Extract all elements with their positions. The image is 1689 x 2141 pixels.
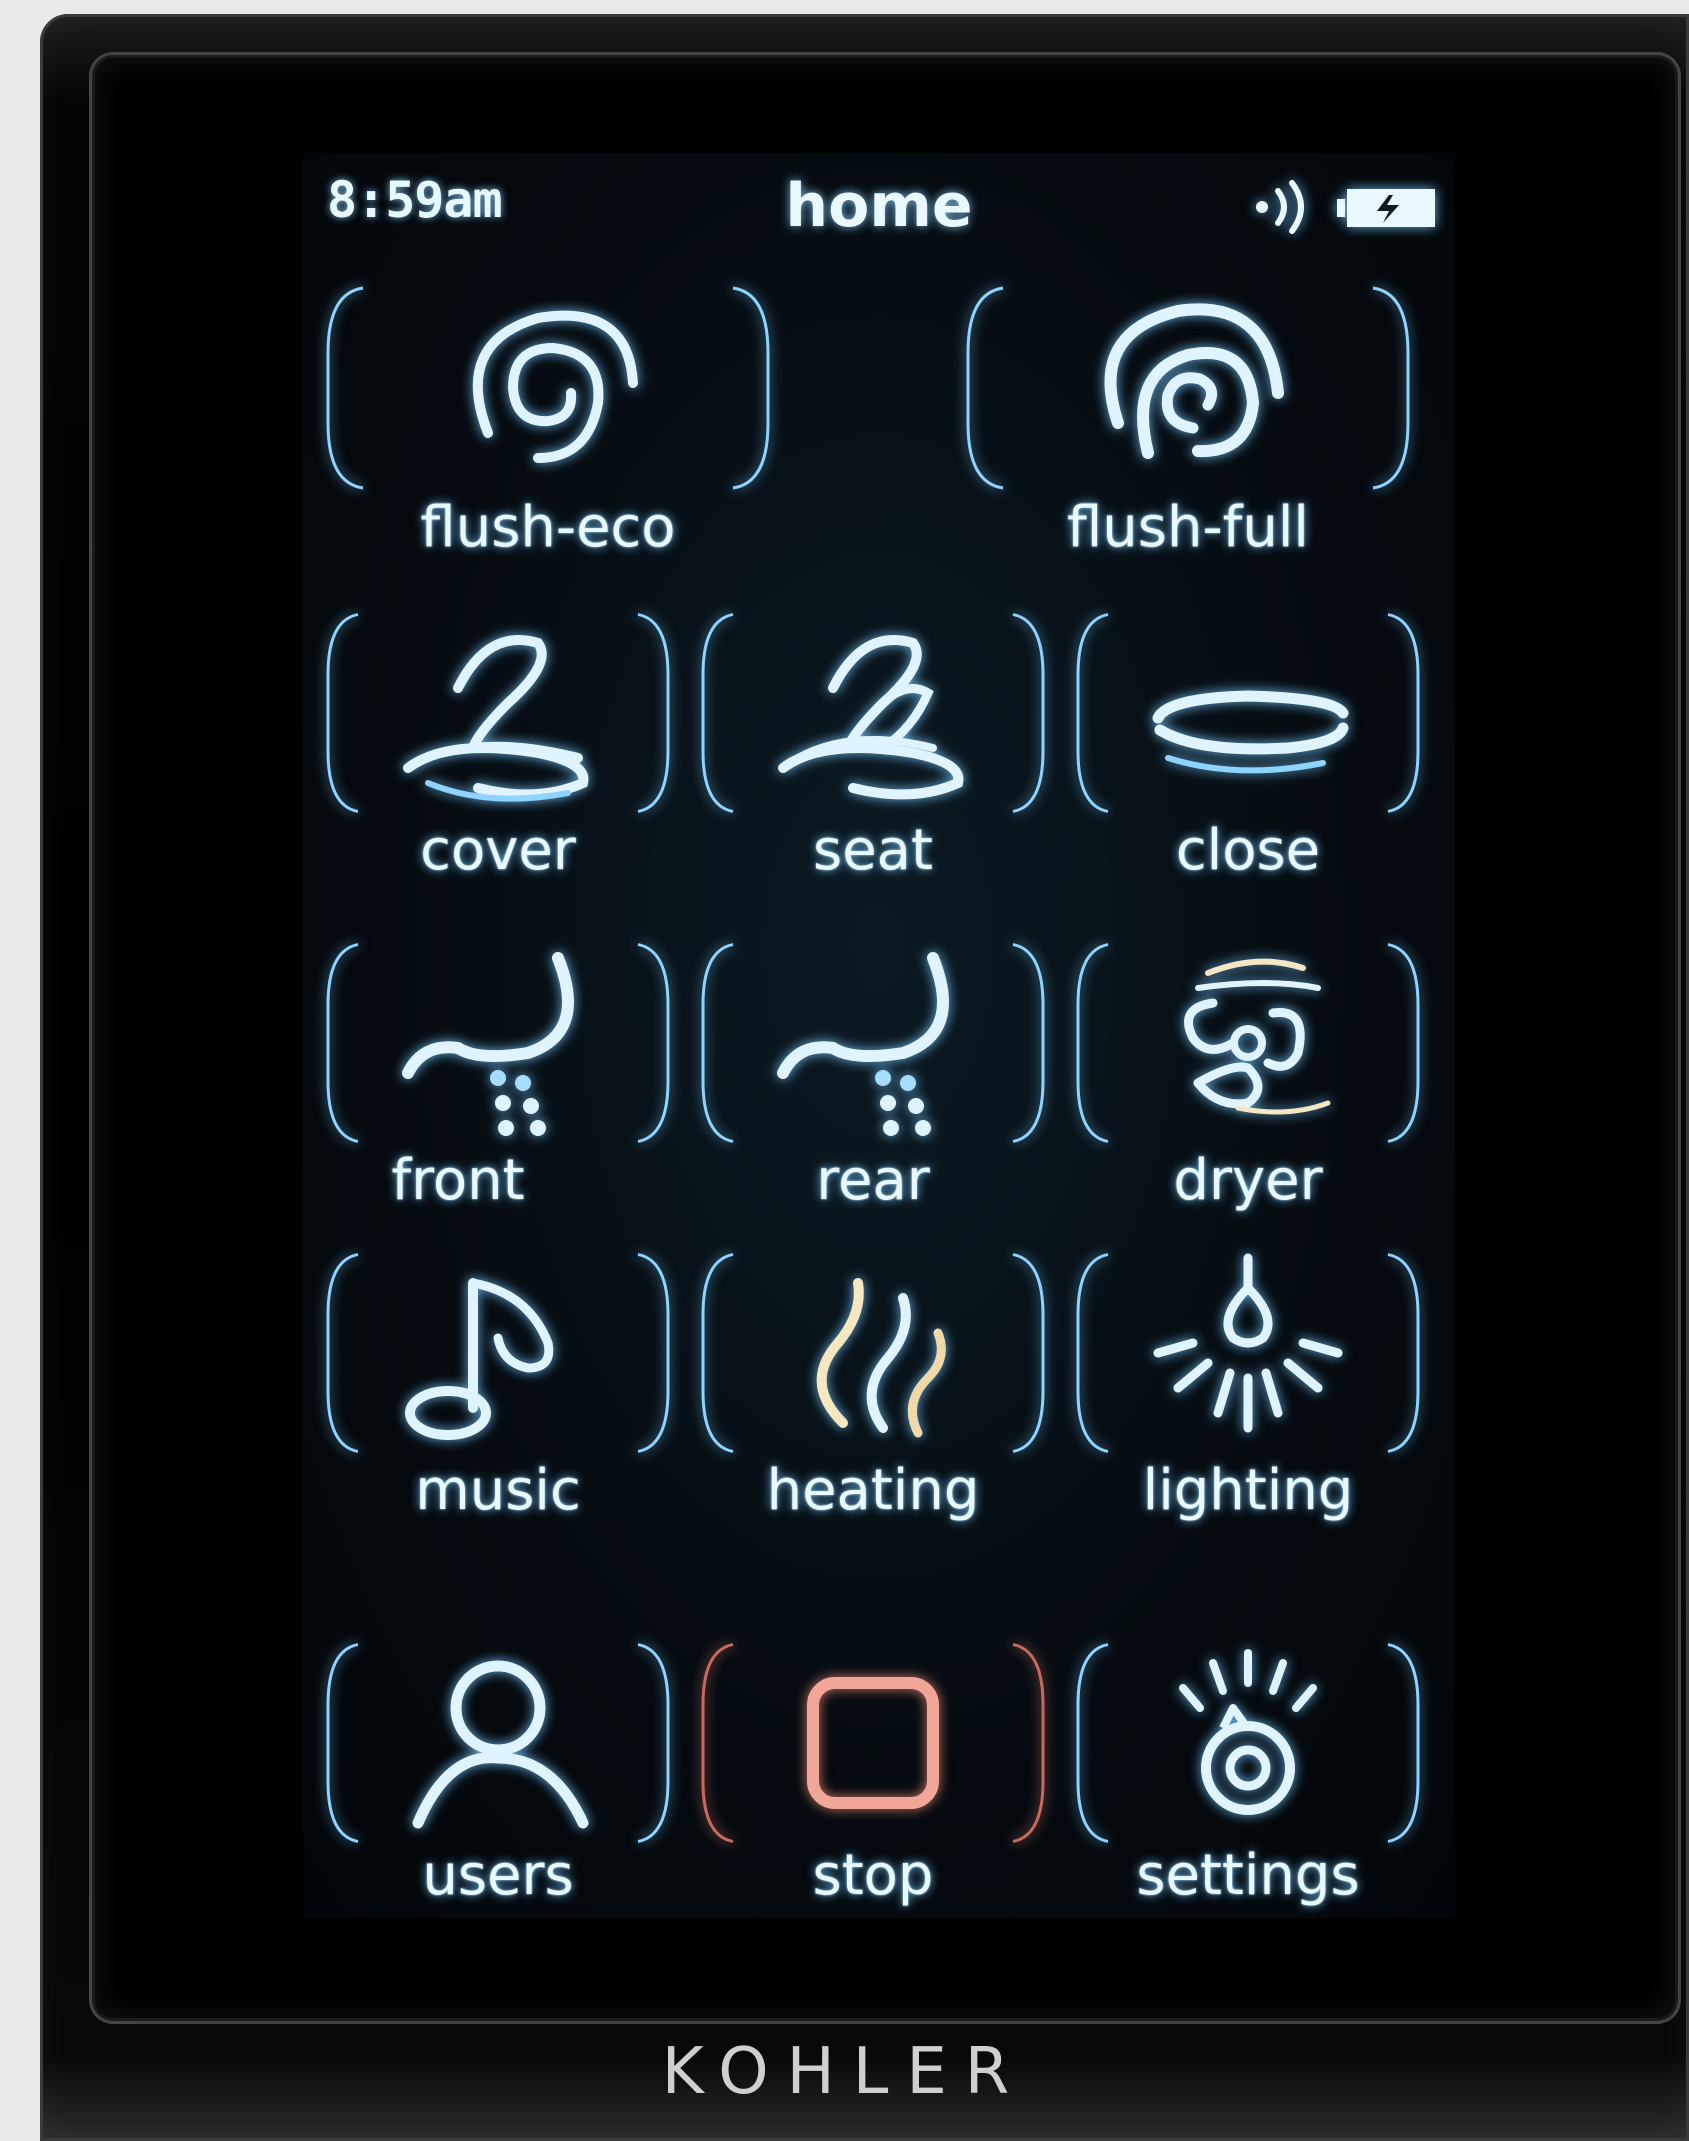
flush-eco-label: flush-eco [420, 495, 676, 560]
front-button[interactable]: front [323, 933, 673, 1223]
spiral-large-icon [1104, 303, 1284, 459]
settings-label: settings [1136, 1843, 1360, 1908]
rear-wash-icon [777, 952, 949, 1136]
heating-label: heating [766, 1458, 980, 1523]
close-button[interactable]: close [1073, 603, 1423, 893]
brand-logo: KOHLER [661, 2035, 1028, 2109]
dryer-button[interactable]: dryer [1073, 933, 1423, 1223]
flame-icon [816, 1278, 946, 1438]
front-label: front [391, 1148, 525, 1213]
stop-icon [807, 1677, 939, 1809]
music-button[interactable]: music [323, 1243, 673, 1533]
fan-icon [1184, 958, 1331, 1115]
cover-label: cover [420, 818, 576, 883]
flush-full-button[interactable]: flush-full [963, 273, 1413, 573]
settings-icon [1179, 1649, 1317, 1815]
dryer-label: dryer [1173, 1148, 1323, 1213]
spiral-small-icon [472, 310, 638, 463]
battery-charging-icon [1337, 189, 1435, 227]
cover-button[interactable]: cover [323, 603, 673, 893]
stop-label: stop [812, 1843, 934, 1908]
status-bar: 8:59am home [303, 153, 1455, 263]
users-label: users [422, 1843, 574, 1908]
user-icon [412, 1660, 589, 1829]
touch-screen: 8:59am home flush-eco flush-full cover s… [303, 153, 1455, 1918]
flush-eco-button[interactable]: flush-eco [323, 273, 773, 573]
seat-open-icon [778, 635, 964, 800]
music-note-icon [405, 1278, 554, 1440]
users-button[interactable]: users [323, 1633, 673, 1918]
rear-button[interactable]: rear [698, 933, 1048, 1223]
heating-button[interactable]: heating [698, 1243, 1048, 1533]
seat-label: seat [813, 818, 933, 883]
rear-label: rear [816, 1148, 930, 1213]
seat-button[interactable]: seat [698, 603, 1048, 893]
lid-close-icon [1152, 690, 1349, 774]
flush-full-label: flush-full [1067, 495, 1309, 560]
speaker-volume-icon [1256, 180, 1304, 234]
lighting-button[interactable]: lighting [1073, 1243, 1423, 1533]
stop-button[interactable]: stop [698, 1633, 1048, 1918]
front-wash-icon [402, 952, 574, 1136]
lid-open-icon [403, 635, 589, 802]
light-icon [1153, 1253, 1343, 1433]
close-label: close [1175, 818, 1321, 883]
lighting-label: lighting [1142, 1458, 1354, 1523]
settings-button[interactable]: settings [1073, 1633, 1423, 1918]
music-label: music [415, 1458, 581, 1523]
